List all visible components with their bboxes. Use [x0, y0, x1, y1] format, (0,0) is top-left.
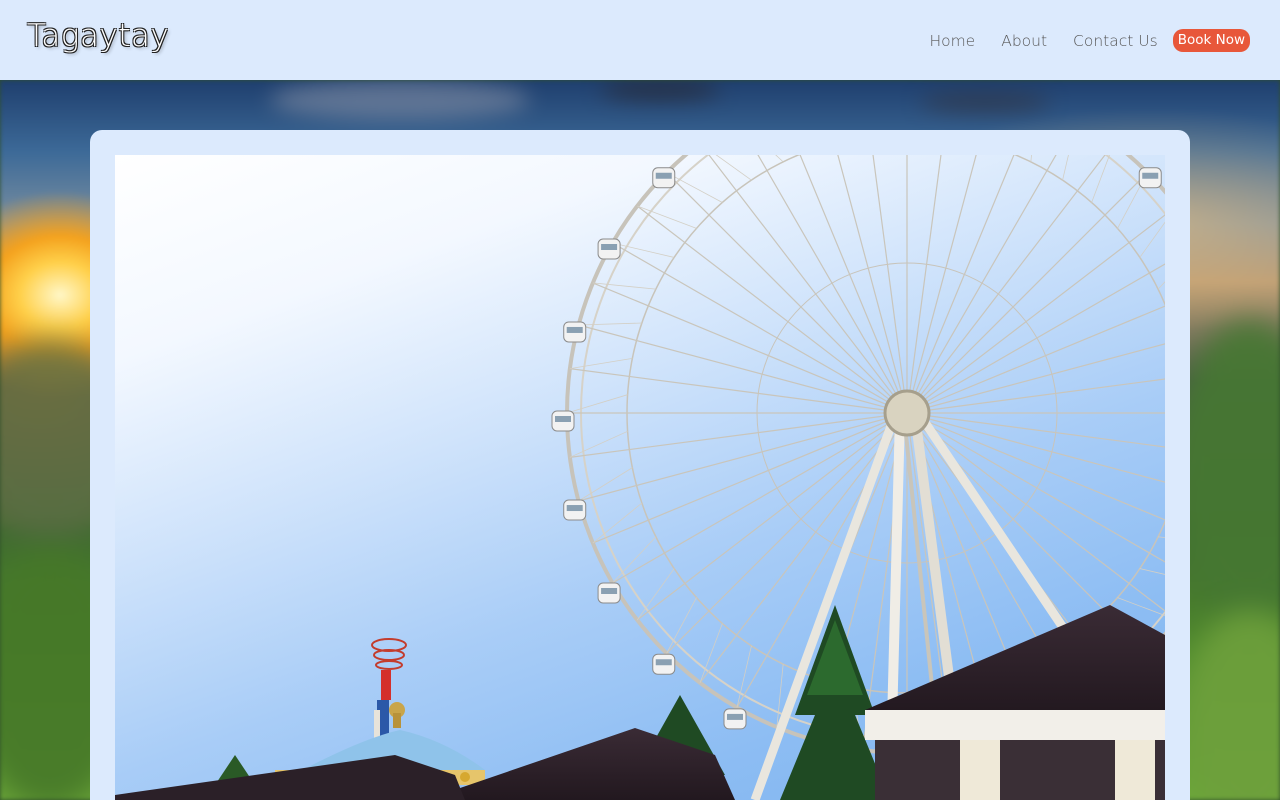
gondola — [563, 499, 587, 521]
gondola — [563, 321, 587, 343]
gondola — [597, 238, 621, 260]
gondola — [723, 708, 747, 730]
site-logo[interactable]: Tagaytay — [27, 18, 169, 54]
building-roofs — [115, 605, 1165, 800]
hero-card — [90, 130, 1190, 800]
gondola — [652, 167, 676, 189]
main-nav: Home About Contact Us Book Now — [903, 29, 1250, 52]
gondola — [652, 653, 676, 675]
carnival-tower — [371, 638, 407, 740]
gondola — [1138, 167, 1162, 189]
page: Tagaytay Home About Contact Us Book Now — [0, 0, 1280, 800]
book-now-button[interactable]: Book Now — [1172, 29, 1250, 52]
nav-link-home[interactable]: Home — [929, 30, 975, 52]
ferris-wheel-photo — [115, 155, 1165, 800]
ferris-wheel-illustration — [115, 155, 1165, 800]
nav-link-contact-us[interactable]: Contact Us — [1073, 30, 1158, 52]
wheel-hub — [883, 389, 931, 437]
nav-link-about[interactable]: About — [1001, 30, 1047, 52]
gondola — [551, 410, 575, 432]
top-navbar: Tagaytay Home About Contact Us Book Now — [0, 0, 1280, 80]
gondola — [597, 582, 621, 604]
